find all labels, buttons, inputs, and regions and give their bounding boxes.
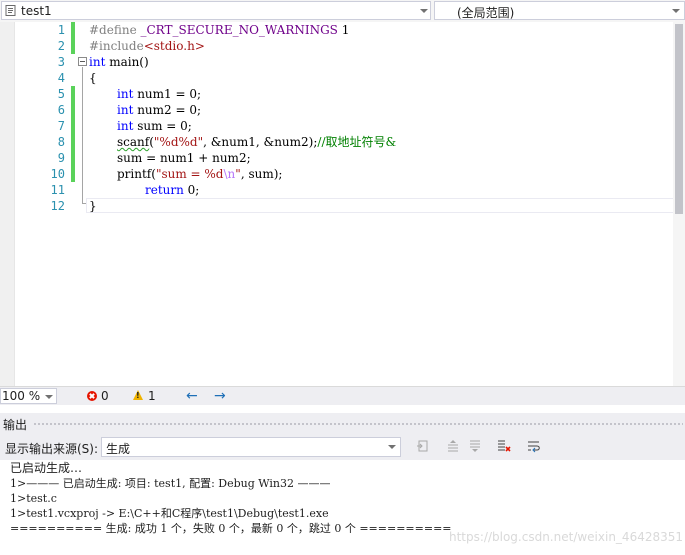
collapse-toggle[interactable] — [78, 57, 87, 66]
line-number: 7 — [57, 119, 65, 133]
code-line: { — [89, 71, 97, 85]
file-name: test1 — [21, 4, 52, 18]
output-line: 1>test1.vcxproj -> E:\C++和C程序\test1\Debu… — [10, 507, 329, 520]
output-source-dropdown[interactable]: 生成 — [101, 437, 401, 457]
file-scope-dropdown[interactable]: test1 — [1, 1, 431, 20]
output-source-value: 生成 — [106, 442, 131, 456]
panel-title: 输出 — [3, 418, 28, 432]
file-c-icon — [5, 5, 16, 16]
title-grip — [33, 422, 683, 427]
chevron-down-icon[interactable] — [388, 445, 396, 449]
code-editor[interactable]: 1 2 3 4 5 6 7 8 9 10 11 12 #define _CRT_… — [0, 22, 685, 386]
code-line: } — [89, 199, 97, 213]
zoom-dropdown[interactable]: 100 % — [0, 388, 57, 404]
vertical-scrollbar[interactable] — [673, 22, 685, 386]
horizontal-scrollbar[interactable] — [275, 390, 673, 402]
error-count[interactable]: 0 — [101, 389, 109, 403]
prev-message-icon[interactable] — [446, 439, 460, 453]
code-line: int num1 = 0; — [117, 87, 202, 101]
code-line: #include<stdio.h> — [89, 39, 205, 53]
line-number: 12 — [50, 199, 65, 213]
warning-squiggle: scanf — [117, 135, 150, 149]
line-number: 2 — [57, 39, 65, 53]
goto-source-icon[interactable] — [416, 439, 430, 453]
nav-back-icon[interactable]: ← — [186, 388, 198, 404]
output-source-label: 显示输出来源(S): — [5, 442, 99, 456]
code-line: int num2 = 0; — [117, 103, 202, 117]
code-line: scanf("%d%d", &num1, &num2);//取地址符号& — [117, 135, 397, 149]
line-number: 8 — [57, 135, 65, 149]
line-number: 11 — [50, 183, 65, 197]
code-line: sum = num1 + num2; — [117, 151, 251, 165]
line-number: 9 — [57, 151, 65, 165]
change-indicator — [71, 86, 75, 182]
line-number: 10 — [50, 167, 65, 181]
code-line: return 0; — [145, 183, 200, 197]
output-panel-title-bar[interactable]: 输出 — [0, 413, 685, 433]
current-line-highlight — [86, 198, 684, 213]
chevron-down-icon[interactable] — [420, 9, 428, 13]
indicator-margin[interactable] — [0, 22, 15, 386]
line-number: 4 — [57, 71, 65, 85]
line-number: 6 — [57, 103, 65, 117]
zoom-level: 100 % — [2, 389, 41, 403]
chevron-down-icon[interactable] — [672, 9, 680, 13]
outline-line — [82, 67, 83, 203]
code-line: int main() — [89, 55, 149, 69]
navigation-bar: test1 (全局范围) — [0, 0, 685, 23]
code-line: int sum = 0; — [117, 119, 192, 133]
scope-name: (全局范围) — [457, 6, 515, 20]
code-line: printf("sum = %d\n", sum); — [117, 167, 283, 181]
output-line: 1>test.c — [10, 492, 57, 505]
output-line: ========== 生成: 成功 1 个，失败 0 个，最新 0 个，跳过 0… — [10, 522, 452, 535]
error-icon[interactable] — [87, 391, 97, 401]
warning-icon[interactable] — [133, 390, 143, 400]
warning-count[interactable]: 1 — [148, 389, 156, 403]
output-toolbar: 显示输出来源(S): 生成 — [0, 433, 685, 460]
word-wrap-icon[interactable] — [527, 439, 541, 453]
output-line: 1>——— 已启动生成: 项目: test1, 配置: Debug Win32 … — [10, 477, 331, 490]
scope-dropdown[interactable]: (全局范围) — [434, 1, 685, 20]
line-number: 3 — [57, 55, 65, 69]
change-indicator — [71, 22, 75, 54]
line-number: 5 — [57, 87, 65, 101]
line-number: 1 — [57, 23, 65, 37]
watermark: https://blog.csdn.net/weixin_46428351 — [449, 530, 684, 544]
nav-forward-icon[interactable]: → — [214, 388, 226, 404]
clear-all-icon[interactable] — [497, 439, 511, 453]
editor-status-bar: 100 % 0 1 ← → — [0, 386, 685, 405]
next-message-icon[interactable] — [468, 439, 482, 453]
output-line: 已启动生成… — [10, 461, 83, 475]
code-line: #define _CRT_SECURE_NO_WARNINGS 1 — [89, 23, 350, 37]
chevron-down-icon[interactable] — [45, 395, 53, 399]
scrollbar-thumb[interactable] — [675, 24, 683, 214]
